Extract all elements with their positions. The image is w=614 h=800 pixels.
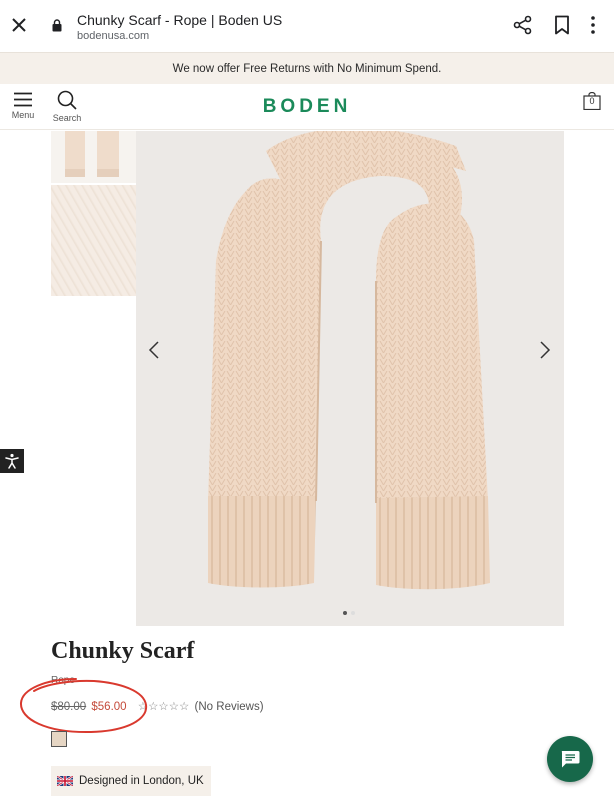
- site-logo[interactable]: BODEN: [0, 96, 614, 118]
- accessibility-icon: [5, 453, 19, 469]
- product-main-image[interactable]: [136, 131, 564, 626]
- site-header: Menu Search BODEN 0: [0, 84, 614, 130]
- browser-toolbar: Chunky Scarf - Rope | Boden US bodenusa.…: [0, 0, 614, 52]
- lock-icon: [52, 19, 62, 32]
- tab-title: Chunky Scarf - Rope | Boden US: [77, 12, 283, 28]
- thumbnail-strip: [51, 131, 136, 296]
- carousel-next-icon[interactable]: [538, 340, 552, 360]
- uk-flag-icon: [57, 776, 73, 786]
- price-annotation-circle: [19, 678, 148, 734]
- carousel-dot-1[interactable]: [343, 611, 347, 615]
- announcement-text: We now offer Free Returns with No Minimu…: [172, 62, 442, 75]
- reviews-link[interactable]: (No Reviews): [195, 701, 264, 713]
- carousel-dots: [343, 611, 355, 615]
- share-icon[interactable]: [513, 15, 533, 35]
- scarf-thumbnail-image: [65, 131, 119, 177]
- color-swatch-rope[interactable]: [51, 731, 67, 747]
- chat-icon: [561, 750, 580, 767]
- url-text[interactable]: bodenusa.com: [77, 30, 149, 42]
- carousel-dot-2[interactable]: [351, 611, 355, 615]
- chat-button[interactable]: [547, 736, 593, 782]
- product-title: Chunky Scarf: [51, 638, 195, 664]
- close-icon[interactable]: [9, 15, 29, 35]
- bag-count: 0: [589, 96, 595, 106]
- designed-in-text: Designed in London, UK: [79, 775, 204, 787]
- thumbnail-1[interactable]: [51, 131, 136, 183]
- accessibility-button[interactable]: [0, 449, 24, 473]
- designed-in-badge: Designed in London, UK: [51, 766, 211, 796]
- carousel-prev-icon[interactable]: [147, 340, 161, 360]
- thumbnail-2[interactable]: [51, 185, 136, 296]
- announcement-bar: We now offer Free Returns with No Minimu…: [0, 52, 614, 84]
- bookmark-icon[interactable]: [554, 15, 570, 35]
- more-vert-icon[interactable]: [589, 15, 597, 35]
- scarf-image: [208, 131, 490, 590]
